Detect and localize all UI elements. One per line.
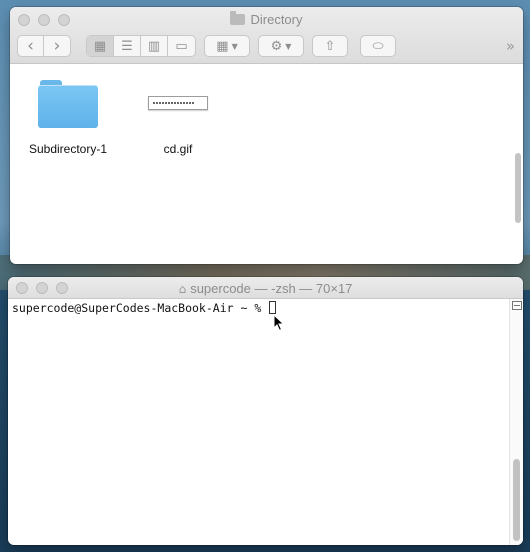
folder-icon	[230, 11, 246, 25]
finder-window: Directory ‹ › ▦ ☰ ▥ ▭ ▦ ▼ ⚙ ▼ ⇧ ⬭ » Subd…	[10, 7, 523, 264]
gallery-icon: ▭	[175, 38, 188, 54]
back-forward-control: ‹ ›	[17, 35, 71, 57]
file-item-gif[interactable]: cd.gif	[123, 78, 233, 156]
finder-title: Directory	[10, 11, 523, 27]
list-icon: ☰	[121, 38, 133, 54]
tag-icon: ⬭	[372, 38, 384, 54]
view-mode-control: ▦ ☰ ▥ ▭	[86, 35, 196, 57]
terminal-scrollbar[interactable]	[509, 299, 523, 545]
column-view-button[interactable]: ▥	[141, 36, 168, 56]
gif-file-icon	[148, 78, 208, 128]
action-menu-button[interactable]: ⚙ ▼	[258, 35, 304, 57]
group-by-button[interactable]: ▦ ▼	[204, 35, 250, 57]
split-pane-icon[interactable]	[512, 301, 522, 310]
home-icon: ⌂	[178, 282, 187, 296]
text-cursor	[269, 301, 277, 314]
group-grid-icon: ▦	[216, 38, 229, 54]
file-item-label: cd.gif	[163, 142, 193, 156]
file-item-subdirectory[interactable]: Subdirectory-1	[13, 78, 123, 156]
terminal-title-text: supercode — -zsh — 70×17	[190, 281, 353, 296]
list-view-button[interactable]: ☰	[114, 36, 141, 56]
file-item-label: Subdirectory-1	[28, 142, 108, 156]
toolbar-overflow-icon[interactable]: »	[506, 37, 515, 55]
terminal-output[interactable]: supercode@SuperCodes-MacBook-Air ~ %	[8, 299, 523, 545]
terminal-scroll-thumb[interactable]	[513, 459, 520, 541]
back-button[interactable]: ‹	[18, 35, 45, 56]
share-icon: ⇧	[324, 38, 336, 54]
terminal-prompt: supercode@SuperCodes-MacBook-Air ~ %	[12, 301, 269, 315]
gear-icon: ⚙	[270, 38, 283, 54]
terminal-titlebar: ⌂ supercode — -zsh — 70×17	[8, 277, 523, 299]
chevron-left-icon: ‹	[27, 35, 34, 56]
terminal-title: ⌂ supercode — -zsh — 70×17	[8, 281, 523, 296]
terminal-window: ⌂ supercode — -zsh — 70×17 supercode@Supe…	[8, 277, 523, 545]
gallery-view-button[interactable]: ▭	[168, 36, 195, 56]
chevron-down-icon: ▼	[285, 41, 292, 51]
chevron-right-icon: ›	[53, 35, 61, 56]
icon-view-button[interactable]: ▦	[87, 36, 114, 56]
finder-title-text: Directory	[250, 12, 303, 27]
finder-toolbar: Directory ‹ › ▦ ☰ ▥ ▭ ▦ ▼ ⚙ ▼ ⇧ ⬭ »	[10, 7, 523, 64]
tag-button[interactable]: ⬭	[360, 35, 396, 57]
finder-file-area: Subdirectory-1 cd.gif	[10, 65, 523, 264]
folder-icon	[38, 78, 98, 128]
forward-button[interactable]: ›	[44, 36, 70, 56]
columns-icon: ▥	[147, 38, 161, 54]
chevron-down-icon: ▼	[231, 41, 238, 51]
grid-icon: ▦	[93, 38, 107, 54]
share-button[interactable]: ⇧	[312, 35, 348, 57]
mouse-pointer-icon	[273, 314, 285, 332]
finder-scrollbar[interactable]	[515, 153, 521, 223]
